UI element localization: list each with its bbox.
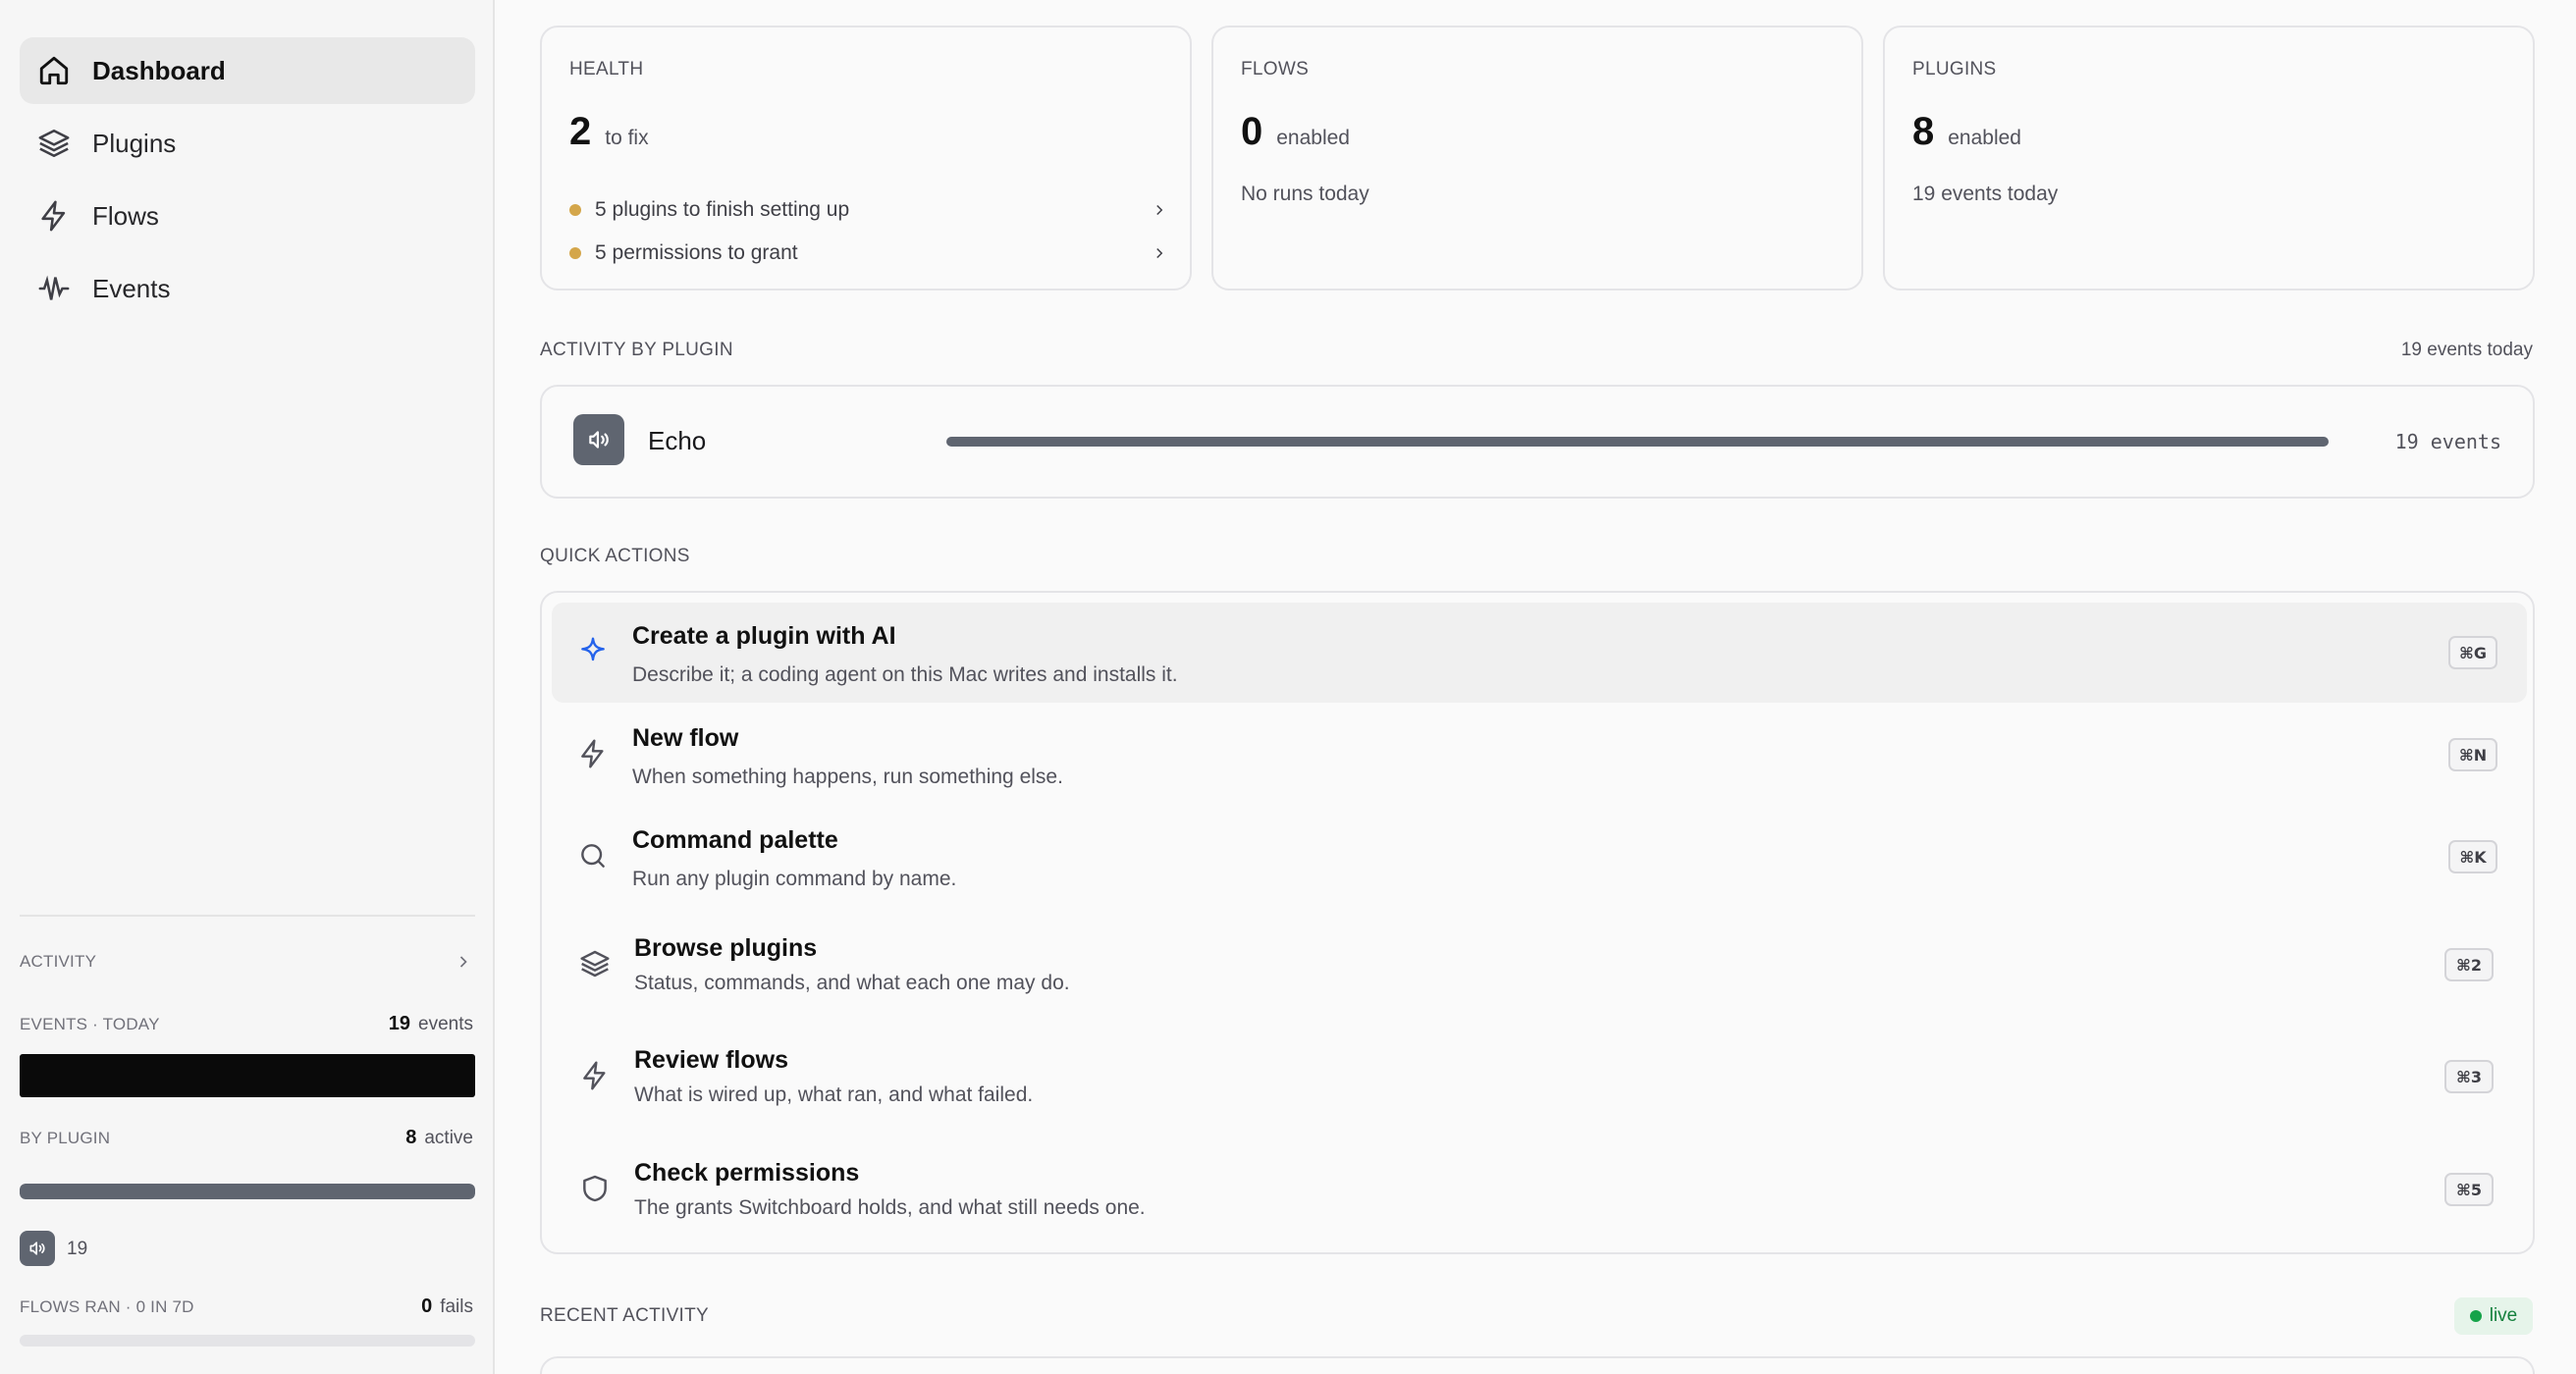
flows-ran-label: FLOWS RAN · 0 IN 7D xyxy=(20,1297,194,1316)
activity-title: ACTIVITY xyxy=(20,952,97,971)
quick-action-desc: The grants Switchboard holds, and what s… xyxy=(634,1196,1146,1219)
health-item-permissions[interactable]: 5 permissions to grant xyxy=(569,241,1168,265)
shortcut-badge: ⌘G xyxy=(2448,636,2497,669)
quick-action-create-plugin[interactable]: Create a plugin with AI Describe it; a c… xyxy=(552,603,2527,703)
plugins-card[interactable]: PLUGINS 8 enabled 19 events today xyxy=(1883,26,2535,291)
chevron-right-icon xyxy=(1156,247,1163,259)
waveform-icon xyxy=(38,275,70,300)
quick-action-new-flow[interactable]: New flow When something happens, run som… xyxy=(552,705,2527,805)
by-plugin-bar xyxy=(20,1184,475,1199)
speaker-icon xyxy=(29,1242,45,1255)
nav-label: Plugins xyxy=(92,128,177,158)
recent-activity-title: RECENT ACTIVITY xyxy=(540,1305,710,1326)
recent-activity-panel xyxy=(540,1356,2535,1374)
by-plugin-value: 8 active xyxy=(405,1127,473,1148)
shortcut-badge: ⌘3 xyxy=(2444,1060,2494,1093)
shortcut-badge: ⌘K xyxy=(2448,840,2497,873)
layers-icon xyxy=(580,950,610,978)
flows-label: FLOWS xyxy=(1241,59,1310,79)
sidebar: Dashboard Plugins Flows Events ACTIVITY … xyxy=(0,0,495,1374)
quick-actions-title: QUICK ACTIONS xyxy=(540,546,690,566)
nav-label: Events xyxy=(92,273,171,303)
events-today-bar xyxy=(20,1054,475,1097)
shortcut-badge: ⌘2 xyxy=(2444,948,2494,981)
echo-plugin-icon xyxy=(573,414,624,465)
lightning-icon xyxy=(41,200,66,232)
activity-by-plugin-summary: 19 events today xyxy=(2400,340,2533,360)
chevron-right-icon xyxy=(1156,204,1163,216)
quick-action-check-permissions[interactable]: Check permissions The grants Switchboard… xyxy=(552,1139,2527,1240)
quick-action-desc: When something happens, run something el… xyxy=(632,766,1063,788)
by-plugin-label: BY PLUGIN xyxy=(20,1129,111,1147)
nav-item-flows[interactable]: Flows xyxy=(20,183,475,249)
health-card: HEALTH 2 to fix 5 plugins to finish setti… xyxy=(540,26,1192,291)
sidebar-divider xyxy=(20,915,475,917)
chevron-right-icon[interactable] xyxy=(454,952,473,972)
quick-action-title: New flow xyxy=(632,724,739,752)
events-today-value: 19 events xyxy=(388,1013,473,1034)
quick-action-title: Browse plugins xyxy=(634,934,818,962)
echo-plugin-count: 19 xyxy=(67,1239,88,1259)
quick-action-desc: Describe it; a coding agent on this Mac … xyxy=(632,663,1178,686)
flows-ran-value: 0 fails xyxy=(421,1295,473,1317)
nav-item-events[interactable]: Events xyxy=(20,255,475,322)
quick-action-desc: What is wired up, what ran, and what fai… xyxy=(634,1083,1034,1106)
search-icon xyxy=(581,844,605,868)
health-value: 2 to fix xyxy=(569,110,649,153)
quick-action-command-palette[interactable]: Command palette Run any plugin command b… xyxy=(552,807,2527,907)
live-dot xyxy=(2469,1310,2482,1322)
plugins-label: PLUGINS xyxy=(1912,59,1997,79)
echo-plugin-badge xyxy=(20,1231,55,1266)
sparkle-icon xyxy=(581,637,605,661)
quick-action-review-flows[interactable]: Review flows What is wired up, what ran,… xyxy=(552,1027,2527,1127)
live-status-badge: live xyxy=(2454,1297,2533,1335)
plugins-sub: 19 events today xyxy=(1912,183,2059,205)
flows-sub: No runs today xyxy=(1241,183,1369,205)
quick-action-title: Create a plugin with AI xyxy=(632,622,896,650)
nav-item-plugins[interactable]: Plugins xyxy=(20,110,475,177)
warning-dot xyxy=(569,247,581,259)
events-today-label: EVENTS · TODAY xyxy=(20,1015,160,1033)
warning-dot xyxy=(569,204,581,216)
nav-label: Dashboard xyxy=(92,55,226,85)
plugin-activity-bar xyxy=(946,437,2329,447)
plugin-name: Echo xyxy=(648,426,707,455)
lightning-icon xyxy=(581,739,604,768)
quick-action-desc: Status, commands, and what each one may … xyxy=(634,972,1070,994)
speaker-icon xyxy=(589,431,609,449)
shield-icon xyxy=(583,1175,607,1202)
lightning-icon xyxy=(583,1061,606,1090)
plugins-value: 8 enabled xyxy=(1912,110,2021,153)
health-label: HEALTH xyxy=(569,59,644,79)
activity-row-echo[interactable]: Echo 19 events xyxy=(540,385,2535,499)
layers-icon xyxy=(38,129,70,158)
quick-action-desc: Run any plugin command by name. xyxy=(632,868,957,890)
activity-by-plugin-title: ACTIVITY BY PLUGIN xyxy=(540,340,733,360)
quick-action-browse-plugins[interactable]: Browse plugins Status, commands, and wha… xyxy=(552,915,2527,1015)
home-icon xyxy=(39,56,69,85)
nav-label: Flows xyxy=(92,200,159,231)
quick-action-title: Review flows xyxy=(634,1046,788,1074)
flows-value: 0 enabled xyxy=(1241,110,1350,153)
shortcut-badge: ⌘5 xyxy=(2444,1173,2494,1206)
shortcut-badge: ⌘N xyxy=(2448,738,2497,771)
quick-action-title: Command palette xyxy=(632,826,838,854)
flows-card[interactable]: FLOWS 0 enabled No runs today xyxy=(1211,26,1863,291)
quick-actions-panel: Create a plugin with AI Describe it; a c… xyxy=(540,591,2535,1254)
health-item-plugins-setup[interactable]: 5 plugins to finish setting up xyxy=(569,198,1168,222)
plugin-event-count: 19 events xyxy=(2394,430,2501,453)
quick-action-title: Check permissions xyxy=(634,1159,860,1187)
flows-ran-bar xyxy=(20,1335,475,1347)
nav-item-dashboard[interactable]: Dashboard xyxy=(20,37,475,104)
